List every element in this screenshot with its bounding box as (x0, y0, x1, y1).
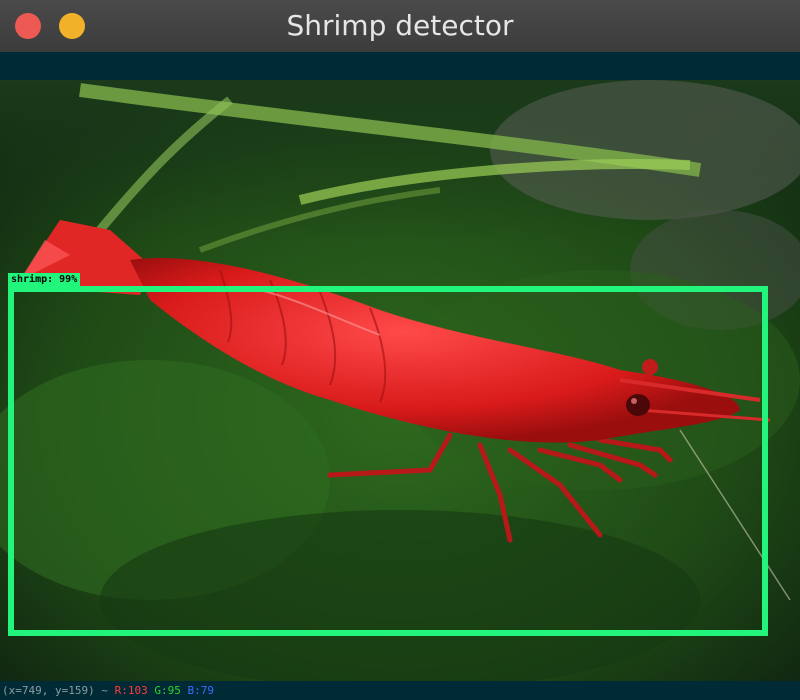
image-viewport[interactable]: shrimp: 99% (0, 80, 800, 681)
detection-bounding-box (8, 286, 768, 636)
cursor-position: (x=749, y=159) ~ (2, 684, 108, 697)
pixel-blue-value: B:79 (187, 684, 214, 697)
title-bar[interactable]: Shrimp detector (0, 0, 800, 53)
pixel-green-value: G:95 (154, 684, 181, 697)
app-window: Shrimp detector shrimp: 99% (x=749, y=15… (0, 0, 800, 700)
detection-label: shrimp: 99% (8, 273, 81, 286)
pixel-red-value: R:103 (114, 684, 148, 697)
status-bar: (x=749, y=159) ~ R:103 G:95 B:79 (0, 681, 800, 700)
toolbar (0, 52, 800, 80)
window-title: Shrimp detector (286, 9, 514, 42)
